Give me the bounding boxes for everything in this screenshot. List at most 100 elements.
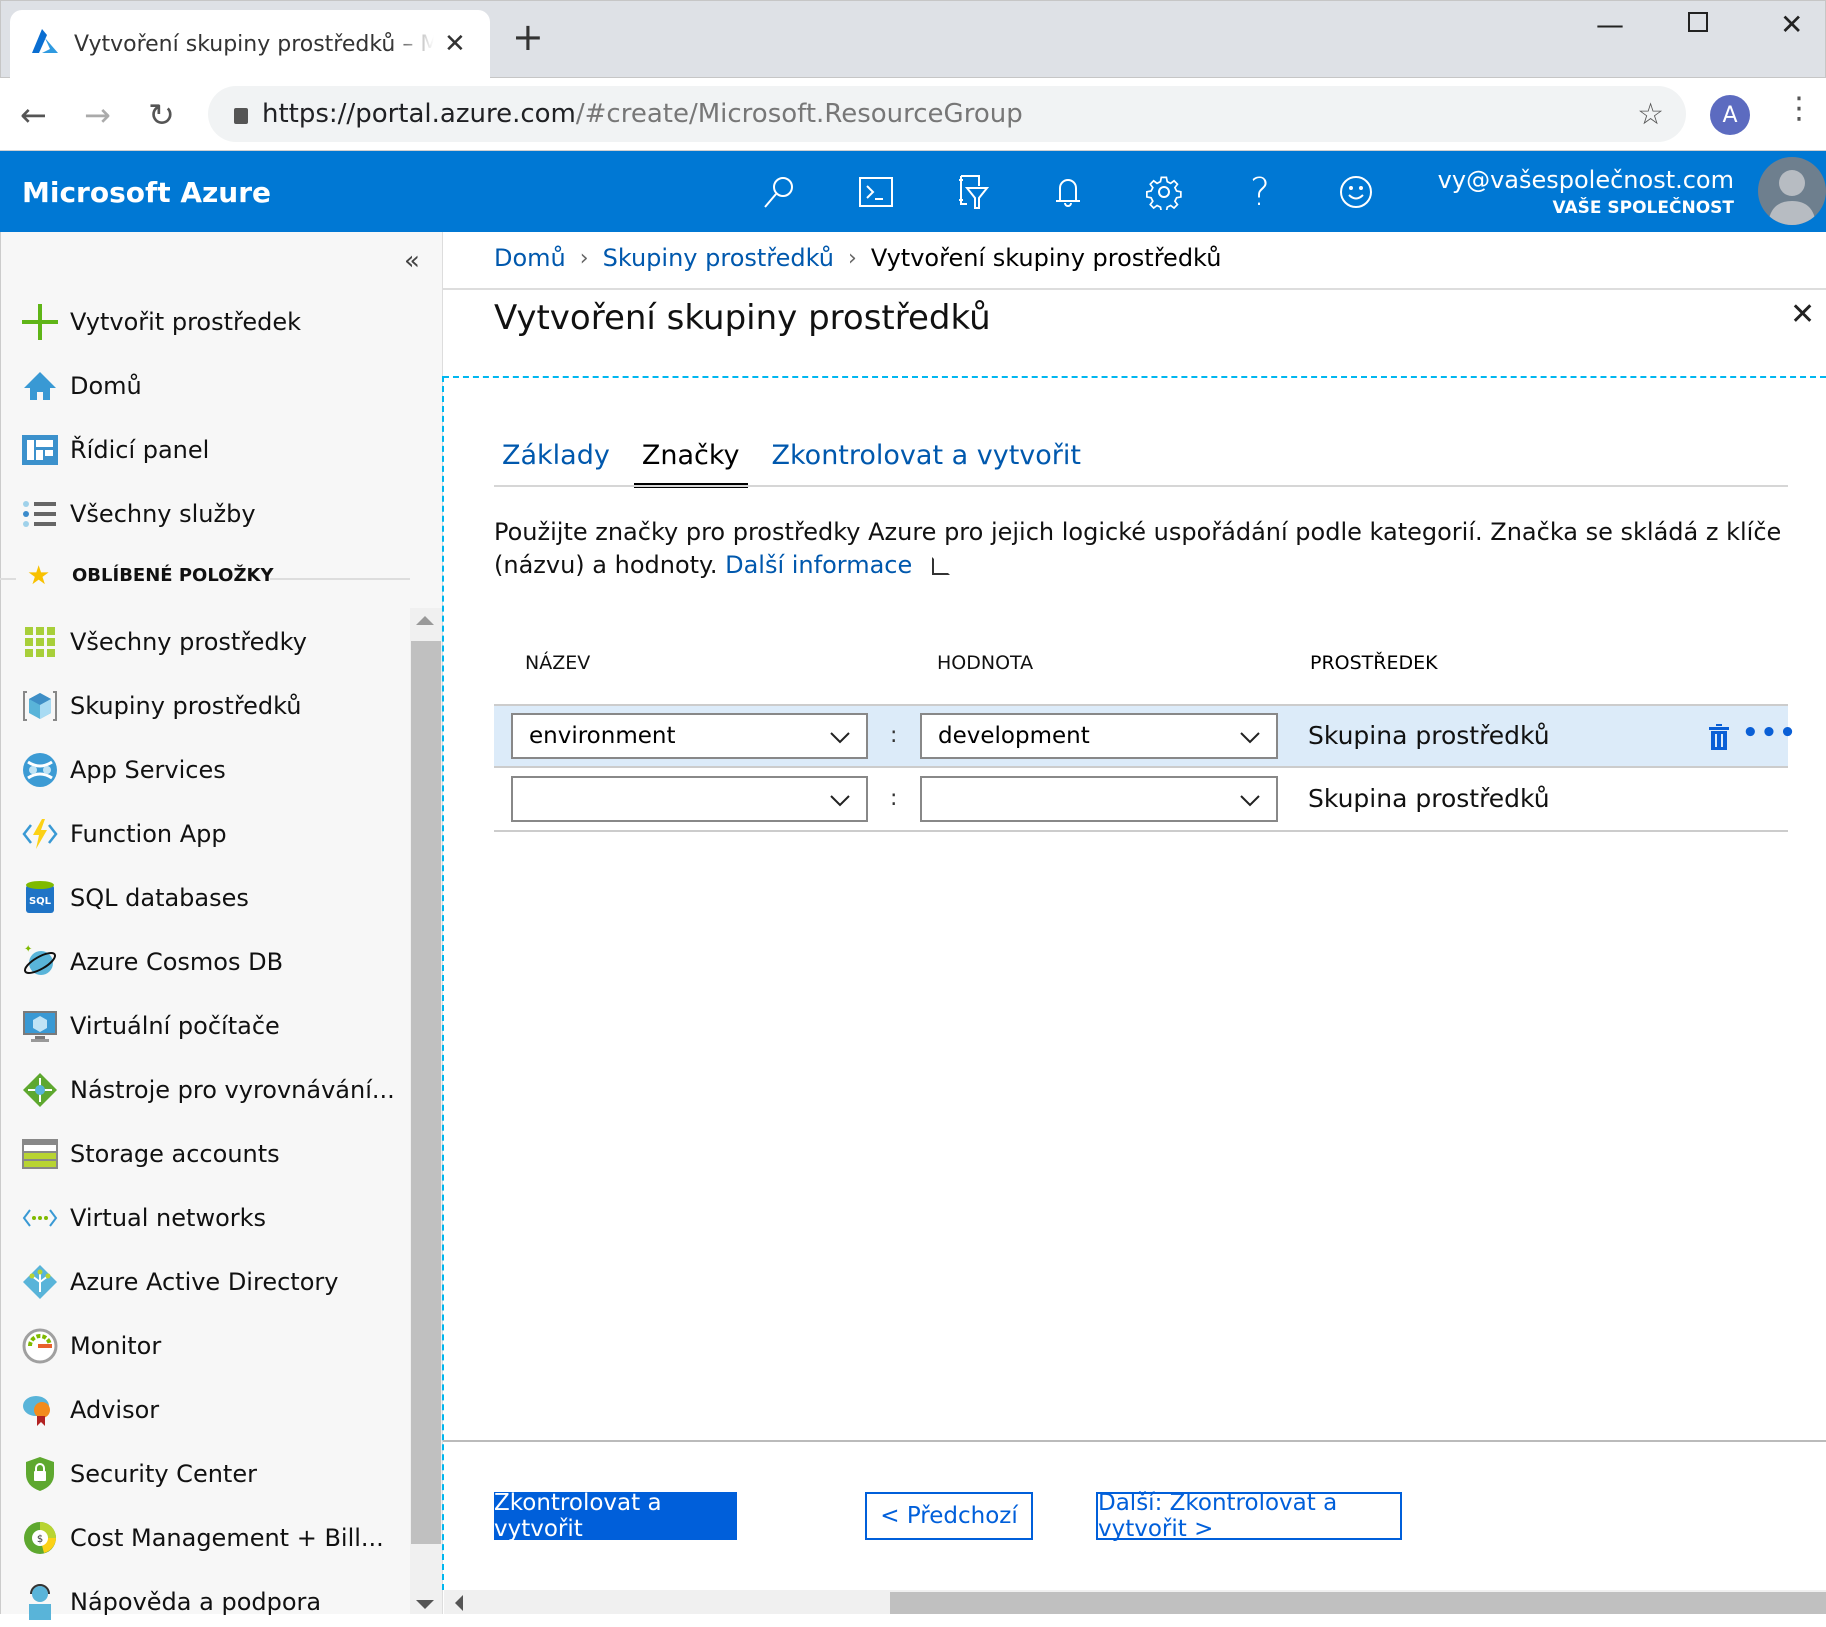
review-create-button[interactable]: Zkontrolovat a vytvořit: [494, 1490, 737, 1542]
sidebar-item-label: Řídicí panel: [70, 436, 210, 464]
svg-text:$: $: [37, 1534, 43, 1545]
sidebar-item-storage-accounts[interactable]: Storage accounts: [22, 1129, 280, 1179]
maximize-icon[interactable]: [1688, 12, 1708, 32]
load-balancer-icon: [22, 1072, 58, 1108]
sidebar-item-app-services[interactable]: App Services: [22, 745, 226, 795]
close-window-icon[interactable]: ✕: [1780, 8, 1803, 41]
sidebar-item-cosmos-db[interactable]: ✦ Azure Cosmos DB: [22, 937, 283, 987]
browser-tab[interactable]: Vytvoření skupiny prostředků – Microsoft…: [10, 10, 490, 78]
learn-more-link[interactable]: Další informace: [725, 551, 912, 579]
user-email: vy@vašespolečnost.com: [1437, 166, 1734, 194]
sidebar-item-sql-databases[interactable]: SQL SQL databases: [22, 873, 249, 923]
directory-filter-icon[interactable]: [950, 170, 994, 214]
sidebar-item-help-support[interactable]: Nápověda a podpora: [22, 1577, 321, 1627]
all-resources-icon: [22, 624, 58, 660]
column-header-value: HODNOTA: [937, 652, 1034, 674]
sidebar-item-resource-groups[interactable]: Skupiny prostředků: [22, 681, 301, 731]
sidebar-item-home[interactable]: Domů: [22, 361, 142, 411]
profile-avatar[interactable]: A: [1710, 95, 1750, 135]
feedback-icon[interactable]: [1334, 170, 1378, 214]
tag-name-dropdown[interactable]: [511, 776, 868, 822]
sidebar-item-active-directory[interactable]: Azure Active Directory: [22, 1257, 338, 1307]
help-support-icon: [22, 1584, 58, 1620]
sidebar-item-label: Nápověda a podpora: [70, 1588, 322, 1616]
tab-close-icon[interactable]: ✕: [444, 29, 466, 59]
tab-basics[interactable]: Základy: [494, 438, 618, 488]
sidebar-item-security-center[interactable]: Security Center: [22, 1449, 257, 1499]
scroll-left-arrow-icon[interactable]: [455, 1595, 463, 1611]
cosmos-db-icon: ✦: [22, 944, 58, 980]
cloud-shell-icon[interactable]: [854, 170, 898, 214]
close-blade-icon[interactable]: ✕: [1790, 300, 1815, 330]
sidebar-item-label: Vytvořit prostředek: [70, 308, 302, 336]
sidebar-item-create-resource[interactable]: Vytvořit prostředek: [22, 297, 301, 347]
cost-management-icon: $: [22, 1520, 58, 1556]
address-bar[interactable]: https://portal.azure.com/#create/Microso…: [208, 86, 1686, 142]
horizontal-scrollbar-thumb[interactable]: [890, 1592, 1826, 1614]
account-info[interactable]: vy@vašespolečnost.com VAŠE SPOLEČNOST: [1438, 166, 1734, 218]
scroll-up-arrow-icon[interactable]: [416, 616, 434, 625]
forward-icon[interactable]: →: [84, 96, 111, 134]
resource-groups-icon: [22, 688, 58, 724]
tab-tags[interactable]: Značky: [633, 438, 748, 488]
focus-outline: [442, 376, 444, 1590]
sidebar-item-load-balancers[interactable]: Nástroje pro vyrovnávání...: [22, 1065, 395, 1115]
user-avatar[interactable]: [1758, 157, 1826, 225]
collapse-sidebar-button[interactable]: «: [404, 246, 420, 276]
sidebar-item-cost-management[interactable]: $ Cost Management + Bill...: [22, 1513, 384, 1563]
lock-icon: [234, 108, 248, 124]
sidebar-item-monitor[interactable]: Monitor: [22, 1321, 161, 1371]
more-options-icon[interactable]: •••: [1742, 718, 1798, 748]
tab-review-create[interactable]: Zkontrolovat a vytvořit: [764, 438, 1090, 488]
sidebar-item-label: Monitor: [70, 1332, 162, 1360]
url-path: /#create/Microsoft.ResourceGroup: [575, 99, 1023, 129]
advisor-icon: [22, 1392, 58, 1428]
favorites-header: ★ OBLÍBENÉ POLOŽKY: [0, 561, 443, 593]
sidebar-item-label: Advisor: [70, 1396, 160, 1424]
next-button[interactable]: Další: Zkontrolovat a vytvořit >: [1096, 1490, 1402, 1542]
breadcrumb-home[interactable]: Domů: [494, 244, 566, 272]
sidebar-scrollbar-thumb[interactable]: [411, 641, 441, 1544]
scroll-down-arrow-icon[interactable]: [416, 1600, 434, 1609]
notifications-icon[interactable]: [1046, 170, 1090, 214]
tag-resource: Skupina prostředků: [1308, 721, 1550, 750]
breadcrumb: Domů › Skupiny prostředků › Vytvoření sk…: [494, 244, 1221, 272]
bookmark-star-icon[interactable]: ☆: [1637, 97, 1664, 132]
sidebar-item-label: Domů: [70, 372, 142, 400]
tag-name-dropdown[interactable]: environment: [511, 713, 868, 759]
azure-logo-icon: [30, 29, 60, 59]
tag-row: : Skupina prostředků: [494, 768, 1788, 832]
chevron-right-icon: ›: [848, 245, 857, 271]
sidebar-item-label: Virtuální počítače: [70, 1012, 280, 1040]
sidebar-item-all-services[interactable]: Všechny služby: [22, 489, 256, 539]
settings-icon[interactable]: [1142, 170, 1186, 214]
sidebar-item-label: Azure Active Directory: [70, 1268, 339, 1296]
plus-icon: [22, 304, 58, 340]
sidebar-item-function-app[interactable]: Function App: [22, 809, 227, 859]
sidebar-item-label: Azure Cosmos DB: [70, 948, 284, 976]
new-tab-button[interactable]: +: [512, 18, 544, 56]
help-icon[interactable]: ?: [1238, 170, 1282, 214]
sidebar-item-virtual-machines[interactable]: Virtuální počítače: [22, 1001, 280, 1051]
breadcrumb-resource-groups[interactable]: Skupiny prostředků: [603, 244, 834, 272]
browser-menu-icon[interactable]: ⋮: [1784, 94, 1814, 124]
sidebar-item-all-resources[interactable]: Všechny prostředky: [22, 617, 307, 667]
sidebar-item-dashboard[interactable]: Řídicí panel: [22, 425, 209, 475]
monitor-icon: [22, 1328, 58, 1364]
reload-icon[interactable]: ↻: [148, 96, 175, 134]
back-icon[interactable]: ←: [20, 96, 47, 134]
previous-button[interactable]: < Předchozí: [865, 1492, 1033, 1540]
delete-icon[interactable]: [1708, 724, 1730, 754]
tag-value-dropdown[interactable]: development: [920, 713, 1278, 759]
page-title: Vytvoření skupiny prostředků: [494, 298, 991, 338]
search-icon[interactable]: [757, 170, 801, 214]
sql-database-icon: SQL: [22, 880, 58, 916]
favorites-label: OBLÍBENÉ POLOŽKY: [72, 565, 274, 586]
sidebar-item-virtual-networks[interactable]: Virtual networks: [22, 1193, 266, 1243]
minimize-icon[interactable]: —: [1596, 8, 1624, 41]
tag-row: environment : development Skupina prostř…: [494, 704, 1796, 768]
external-link-icon[interactable]: [931, 557, 950, 575]
tag-value-dropdown[interactable]: [920, 776, 1278, 822]
sidebar-item-advisor[interactable]: Advisor: [22, 1385, 159, 1435]
brand-title[interactable]: Microsoft Azure: [22, 176, 271, 209]
